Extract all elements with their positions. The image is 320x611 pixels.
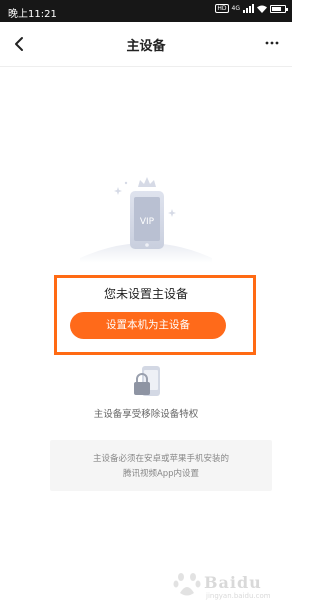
status-icons: HD 4G	[215, 4, 288, 13]
watermark-text: Baidu	[204, 573, 262, 592]
info-text-line1: 主设备必须在安卓或苹果手机安装的	[92, 454, 229, 464]
hd-badge-icon: HD	[215, 4, 229, 13]
info-text-line2: 腾讯视频App内设置	[122, 469, 200, 479]
signal-icon	[243, 4, 254, 13]
nav-bar: 主设备	[0, 22, 292, 67]
no-main-device-text: 您未设置主设备	[103, 287, 188, 301]
status-time: 晚上11:21	[8, 9, 57, 20]
more-button[interactable]	[264, 36, 280, 50]
set-main-device-button[interactable]: 设置本机为主设备	[70, 312, 226, 339]
watermark-sub: jingyan.baidu.com	[206, 592, 271, 600]
privilege-text: 主设备享受移除设备特权	[93, 409, 199, 420]
main-content: VIP 您未设置主设备 设置本机为主设备 主设备享受移除设备特权 主设备必须在安…	[0, 67, 292, 611]
battery-icon	[270, 4, 288, 13]
network-type: 4G	[231, 4, 240, 12]
baidu-watermark: Baidu jingyan.baidu.com	[172, 567, 282, 603]
vip-phone-illustration: VIP	[80, 177, 212, 263]
info-box: 主设备必须在安卓或苹果手机安装的 腾讯视频App内设置	[50, 440, 272, 491]
paw-icon	[173, 573, 201, 596]
vip-label: VIP	[140, 217, 155, 227]
lock-phone-icon	[134, 366, 160, 396]
status-bar: 晚上11:21 HD 4G	[0, 0, 292, 22]
page-title: 主设备	[126, 39, 166, 54]
wifi-icon	[257, 5, 267, 13]
